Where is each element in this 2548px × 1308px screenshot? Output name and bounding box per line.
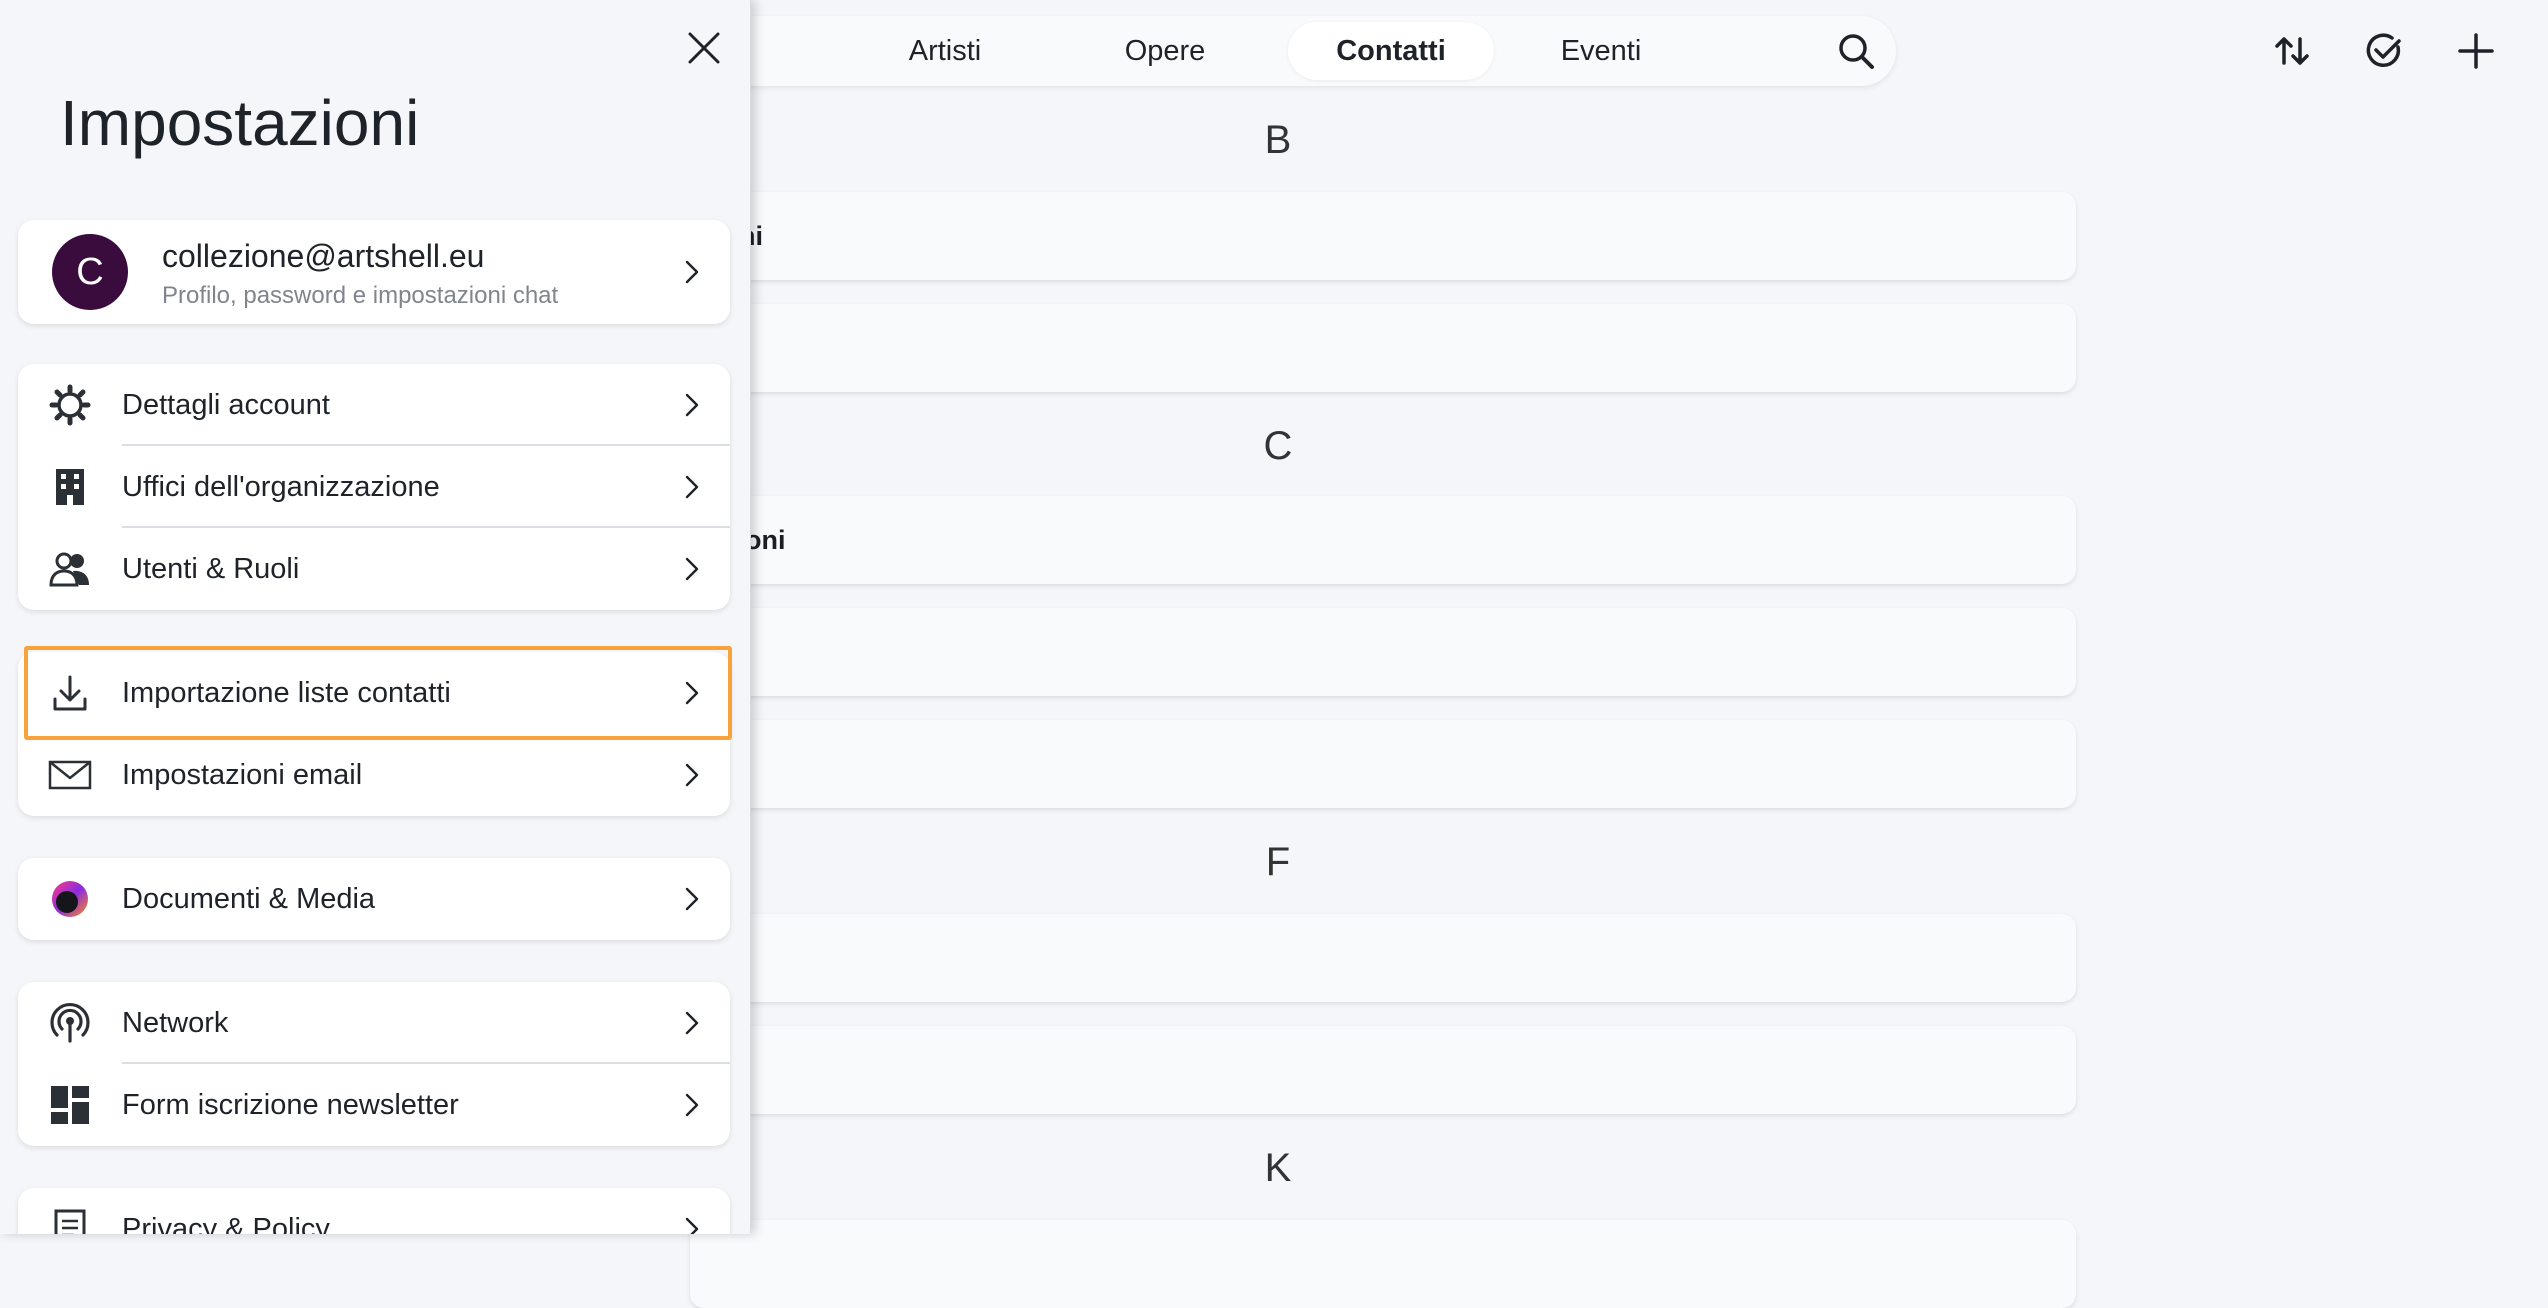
profile-email: collezione@artshell.eu: [162, 238, 485, 274]
plus-icon[interactable]: [2454, 29, 2498, 73]
media-icon: [48, 877, 92, 921]
profile-row[interactable]: C collezione@artshell.eu Profilo, passwo…: [18, 220, 730, 324]
settings-item-label: Impostazioni email: [122, 759, 363, 791]
dashboard-icon: [48, 1083, 92, 1127]
contact-card[interactable]: [690, 720, 2076, 808]
profile-card: C collezione@artshell.eu Profilo, passwo…: [18, 220, 730, 324]
settings-item-network[interactable]: Network: [18, 982, 730, 1064]
settings-item-label: Uffici dell'organizzazione: [122, 471, 440, 503]
settings-item-importazione-contatti[interactable]: Importazione liste contatti: [18, 646, 732, 740]
settings-item-label: Importazione liste contatti: [122, 677, 451, 709]
contact-card[interactable]: chi: [690, 192, 2076, 280]
close-icon[interactable]: [680, 24, 728, 72]
contact-card[interactable]: li: [690, 914, 2076, 1002]
contact-card[interactable]: [690, 1220, 2076, 1308]
chevron-right-icon: [678, 1215, 706, 1234]
page-title: Impostazioni: [60, 87, 420, 159]
tab-contatti[interactable]: Contatti: [1288, 22, 1494, 80]
gear-icon: [48, 383, 92, 427]
settings-item-label: Network: [122, 1007, 229, 1039]
document-icon: [48, 1207, 92, 1234]
section-letter: B: [1264, 118, 1292, 162]
mail-icon: [48, 753, 92, 797]
settings-group-privacy: Privacy & Policy: [18, 1188, 730, 1234]
settings-item-dettagli-account[interactable]: Dettagli account: [18, 364, 730, 446]
settings-group-media: Documenti & Media: [18, 858, 730, 940]
tab-artisti[interactable]: Artisti: [880, 22, 1010, 80]
settings-item-privacy-policy[interactable]: Privacy & Policy: [18, 1188, 730, 1234]
settings-item-label: Dettagli account: [122, 389, 330, 421]
contact-card[interactable]: zioni: [690, 496, 2076, 584]
download-icon: [48, 671, 92, 715]
settings-item-label: Form iscrizione newsletter: [122, 1089, 459, 1121]
section-letter: K: [1264, 1146, 1292, 1190]
chevron-right-icon: [678, 679, 706, 707]
tab-opere[interactable]: Opere: [1100, 22, 1230, 80]
network-icon: [48, 1001, 92, 1045]
contact-card[interactable]: [690, 608, 2076, 696]
settings-group-account: Dettagli account Uffici dell'organizzazi…: [18, 364, 730, 610]
chevron-right-icon: [678, 555, 706, 583]
avatar: C: [52, 234, 128, 310]
users-icon: [48, 547, 92, 591]
building-icon: [48, 465, 92, 509]
settings-item-utenti-ruoli[interactable]: Utenti & Ruoli: [18, 528, 730, 610]
section-letter: F: [1265, 840, 1291, 884]
settings-item-label: Privacy & Policy: [122, 1213, 330, 1234]
contact-card[interactable]: to: [690, 304, 2076, 392]
settings-drawer: Impostazioni C collezione@artshell.eu Pr…: [0, 0, 751, 1234]
settings-group-contacts: Importazione liste contatti Impostazioni…: [18, 646, 732, 816]
sort-icon[interactable]: [2270, 29, 2314, 73]
chevron-right-icon: [678, 391, 706, 419]
chevron-right-icon: [678, 1009, 706, 1037]
tab-eventi[interactable]: Eventi: [1536, 22, 1666, 80]
contact-card[interactable]: n: [690, 1026, 2076, 1114]
settings-group-network: Network Form iscrizione newsletter: [18, 982, 730, 1146]
chevron-right-icon: [678, 885, 706, 913]
settings-item-label: Documenti & Media: [122, 883, 376, 915]
chevron-right-icon: [678, 473, 706, 501]
top-tab-bar: Artisti Opere Contatti Eventi: [700, 16, 1896, 86]
chevron-right-icon: [678, 1091, 706, 1119]
settings-item-label: Utenti & Ruoli: [122, 553, 300, 585]
section-letter: C: [1263, 424, 1293, 468]
settings-item-impostazioni-email[interactable]: Impostazioni email: [18, 734, 730, 816]
settings-item-documenti-media[interactable]: Documenti & Media: [18, 858, 730, 940]
check-circle-icon[interactable]: [2362, 29, 2406, 73]
settings-item-form-newsletter[interactable]: Form iscrizione newsletter: [18, 1064, 730, 1146]
profile-subtitle: Profilo, password e impostazioni chat: [162, 282, 559, 309]
chevron-right-icon: [678, 258, 706, 286]
settings-item-uffici[interactable]: Uffici dell'organizzazione: [18, 446, 730, 528]
chevron-right-icon: [678, 761, 706, 789]
search-icon[interactable]: [1834, 29, 1878, 73]
